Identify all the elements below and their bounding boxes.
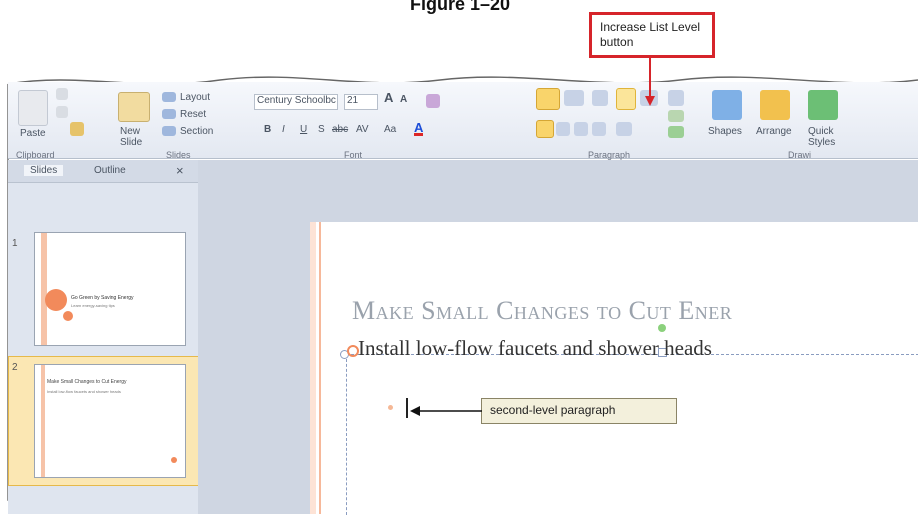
- section-button[interactable]: Section: [180, 126, 213, 137]
- align-left-icon[interactable]: [536, 120, 554, 138]
- paste-icon[interactable]: [18, 90, 48, 126]
- columns-icon[interactable]: [616, 122, 632, 136]
- thumb-number-1: 1: [12, 238, 18, 249]
- close-pane-icon[interactable]: ×: [176, 163, 184, 178]
- italic-button[interactable]: I: [282, 124, 285, 135]
- paragraph-group-label: Paragraph: [588, 150, 631, 160]
- slide-accent-bar: [310, 222, 328, 514]
- thumb2-bullet: Install low-flow faucets and shower head…: [47, 389, 121, 394]
- font-color-button[interactable]: A: [414, 121, 424, 136]
- thumb1-circle-large: [45, 289, 67, 311]
- align-right-icon[interactable]: [574, 122, 588, 136]
- tab-outline[interactable]: Outline: [94, 165, 126, 176]
- slides-group-label: Slides: [166, 150, 191, 160]
- layout-icon[interactable]: [162, 92, 176, 102]
- thumb1-title: Go Green by Saving Energy: [71, 295, 134, 301]
- thumb1-circle-small: [63, 311, 73, 321]
- thumb2-dot: [171, 457, 177, 463]
- quick-styles-icon[interactable]: [808, 90, 838, 120]
- new-slide-label[interactable]: New Slide: [120, 126, 150, 148]
- underline-button[interactable]: U: [300, 124, 307, 135]
- grow-font-button[interactable]: A: [384, 91, 393, 104]
- align-text-icon[interactable]: [668, 110, 684, 122]
- ribbon: Paste Clipboard New Slide Layout Reset S…: [8, 82, 918, 160]
- arrange-icon[interactable]: [760, 90, 790, 120]
- content-placeholder[interactable]: [346, 354, 918, 515]
- resize-handle-top[interactable]: [658, 324, 666, 332]
- paste-label: Paste: [20, 128, 46, 139]
- align-center-icon[interactable]: [556, 122, 570, 136]
- shapes-icon[interactable]: [712, 90, 742, 120]
- font-size-select[interactable]: 21: [344, 94, 378, 110]
- pane-tabs: Slides Outline ×: [8, 160, 198, 183]
- format-painter-icon[interactable]: [70, 122, 84, 136]
- layout-button[interactable]: Layout: [180, 92, 210, 103]
- thumb1-accent-bar: [41, 233, 47, 345]
- slide-thumbnail-1[interactable]: Go Green by Saving Energy Learn energy-s…: [34, 232, 186, 346]
- smartart-icon[interactable]: [668, 126, 684, 138]
- shapes-button[interactable]: Shapes: [708, 126, 742, 137]
- second-level-callout: second-level paragraph: [481, 398, 677, 424]
- clipboard-group-label: Clipboard: [16, 150, 55, 160]
- increase-list-level-callout: Increase List Level button: [589, 12, 715, 58]
- bullets-icon[interactable]: [536, 88, 560, 110]
- tab-slides[interactable]: Slides: [24, 165, 64, 176]
- slide-thumbnail-2[interactable]: Make Small Changes to Cut Energy Install…: [34, 364, 186, 478]
- callout-second-arrow: [410, 406, 482, 416]
- justify-icon[interactable]: [592, 122, 606, 136]
- shrink-font-button[interactable]: A: [400, 94, 407, 105]
- callout-top-arrow: [645, 58, 655, 106]
- char-spacing-button[interactable]: AV: [356, 124, 369, 135]
- numbering-icon[interactable]: [564, 90, 584, 106]
- slide-title[interactable]: Make Small Changes to Cut Ener: [352, 296, 732, 326]
- clear-formatting-icon[interactable]: [426, 94, 440, 108]
- thumb2-title: Make Small Changes to Cut Energy: [47, 379, 127, 385]
- new-slide-icon[interactable]: [118, 92, 150, 122]
- copy-icon[interactable]: [56, 106, 68, 118]
- bold-button[interactable]: B: [264, 124, 271, 135]
- change-case-button[interactable]: Aa: [384, 124, 396, 135]
- shadow-button[interactable]: S: [318, 124, 325, 135]
- quick-styles-button[interactable]: Quick Styles: [808, 126, 852, 148]
- font-family-select[interactable]: Century Schoolbc: [254, 94, 338, 110]
- decrease-list-level-icon[interactable]: [592, 90, 608, 106]
- thumb2-accent-bar: [41, 365, 45, 477]
- thumb-number-2: 2: [12, 362, 18, 373]
- reset-icon[interactable]: [162, 109, 176, 119]
- text-direction-icon[interactable]: [668, 90, 684, 106]
- bullet-first-level[interactable]: Install low-flow faucets and shower head…: [358, 336, 712, 361]
- figure-caption: Figure 1–20: [409, 0, 511, 14]
- reset-button[interactable]: Reset: [180, 109, 206, 120]
- increase-list-level-icon[interactable]: [616, 88, 636, 110]
- strikethrough-button[interactable]: abc: [332, 124, 348, 135]
- font-group-label: Font: [344, 150, 363, 160]
- drawing-group-label: Drawi: [788, 150, 812, 160]
- cut-icon[interactable]: [56, 88, 68, 100]
- second-level-bullet-icon: [388, 405, 393, 410]
- section-icon[interactable]: [162, 126, 176, 136]
- thumb1-subtitle: Learn energy-saving tips: [71, 303, 115, 308]
- arrange-button[interactable]: Arrange: [756, 126, 792, 137]
